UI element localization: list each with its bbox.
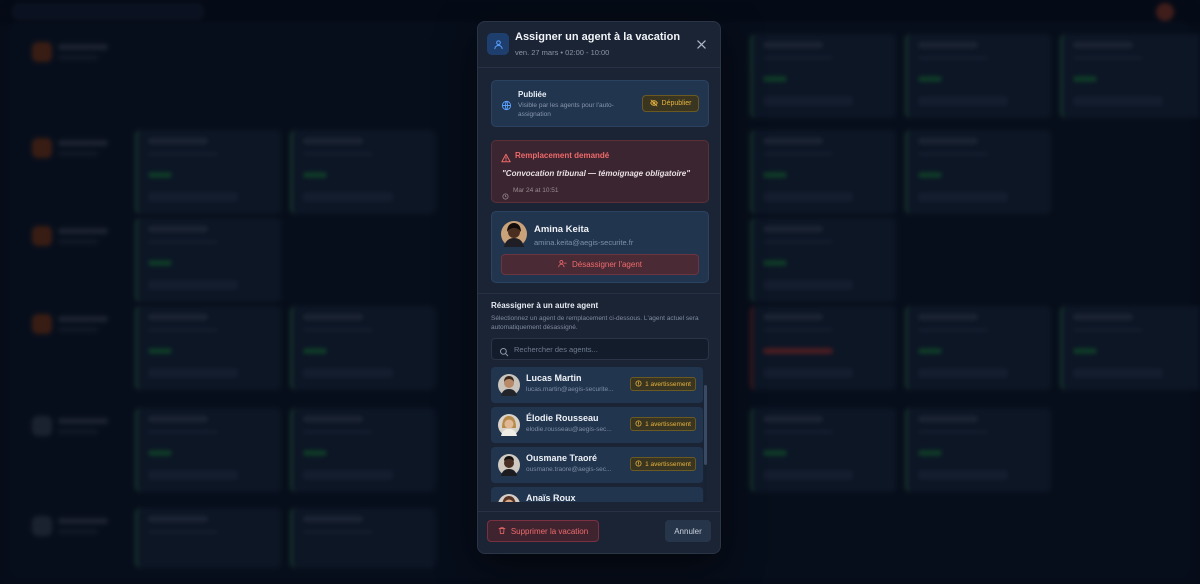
assigned-agent-email: amina.keita@aegis-securite.fr [534,238,634,247]
reassign-description: Sélectionnez un agent de remplacement ci… [491,315,699,331]
published-status-card: Publiée Visible par les agents pour l'au… [491,80,709,127]
agent-search [491,338,709,360]
unassign-agent-button[interactable]: Désassigner l'agent [501,254,699,275]
list-item[interactable]: Anaïs Roux [491,487,703,502]
replacement-title: Remplacement demandé [515,151,610,160]
alert-circle-icon [635,419,642,429]
user-icon [487,33,509,55]
warning-badge-label: 1 avertissement [645,420,691,428]
clock-icon [502,187,509,205]
section-divider [478,293,720,294]
search-input[interactable] [514,342,702,357]
warning-badge: 1 avertissement [630,457,696,471]
scrollbar-thumb[interactable] [704,385,707,465]
assigned-agent-name: Amina Keita [534,224,589,235]
globe-icon [501,98,512,116]
replacement-request-card: Remplacement demandé "Convocation tribun… [491,140,709,203]
delete-label: Supprimer la vacation [510,526,589,536]
replacement-reason: "Convocation tribunal — témoignage oblig… [502,169,691,178]
unassign-label: Désassigner l'agent [571,260,642,269]
dialog-subtitle: ven. 27 mars • 02:00 - 10:00 [515,48,610,57]
agent-email: ousmane.traore@aegis-sec... [526,466,612,473]
assign-agent-dialog: Assigner un agent à la vacation ven. 27 … [477,21,721,554]
unpublish-button[interactable]: Dépublier [642,95,699,112]
reassign-title: Réassigner à un autre agent [491,301,599,310]
warning-badge: 1 avertissement [630,417,696,431]
eye-off-icon [649,99,658,109]
avatar [501,221,527,247]
agent-name: Ousmane Traoré [526,453,598,463]
published-description: Visible par les agents pour l'auto-assig… [518,102,614,118]
cancel-button[interactable]: Annuler [665,520,711,542]
dialog-header: Assigner un agent à la vacation ven. 27 … [478,22,720,68]
agent-email: lucas.martin@aegis-securite... [526,386,614,393]
alert-circle-icon [635,379,642,389]
list-item[interactable]: Lucas Martin lucas.martin@aegis-securite… [491,367,703,403]
dialog-footer: Supprimer la vacation Annuler [478,511,720,553]
dialog-title: Assigner un agent à la vacation [515,31,681,43]
warning-badge-label: 1 avertissement [645,460,691,468]
assigned-agent-card: Amina Keita amina.keita@aegis-securite.f… [491,211,709,283]
list-item[interactable]: Ousmane Traoré ousmane.traore@aegis-sec.… [491,447,703,483]
agent-list: Lucas Martin lucas.martin@aegis-securite… [491,367,709,502]
warning-badge-label: 1 avertissement [645,380,691,388]
agent-name: Élodie Rousseau [526,413,599,423]
unpublish-label: Dépublier [661,100,692,107]
agent-email: elodie.rousseau@aegis-sec... [526,426,612,433]
avatar [498,414,520,436]
user-minus-icon [558,259,567,270]
replacement-timestamp: Mar 24 at 10:51 [513,187,559,194]
trash-icon [498,526,506,537]
warning-triangle-icon [501,150,511,168]
alert-circle-icon [635,459,642,469]
close-icon[interactable] [694,37,708,51]
agent-name: Lucas Martin [526,373,582,383]
avatar [498,454,520,476]
dialog-body: Publiée Visible par les agents pour l'au… [478,69,720,511]
avatar [498,374,520,396]
avatar [498,494,520,502]
list-item[interactable]: Élodie Rousseau elodie.rousseau@aegis-se… [491,407,703,443]
search-icon [499,344,509,362]
delete-shift-button[interactable]: Supprimer la vacation [487,520,599,542]
warning-badge: 1 avertissement [630,377,696,391]
published-title: Publiée [518,90,547,99]
agent-name: Anaïs Roux [526,493,576,502]
